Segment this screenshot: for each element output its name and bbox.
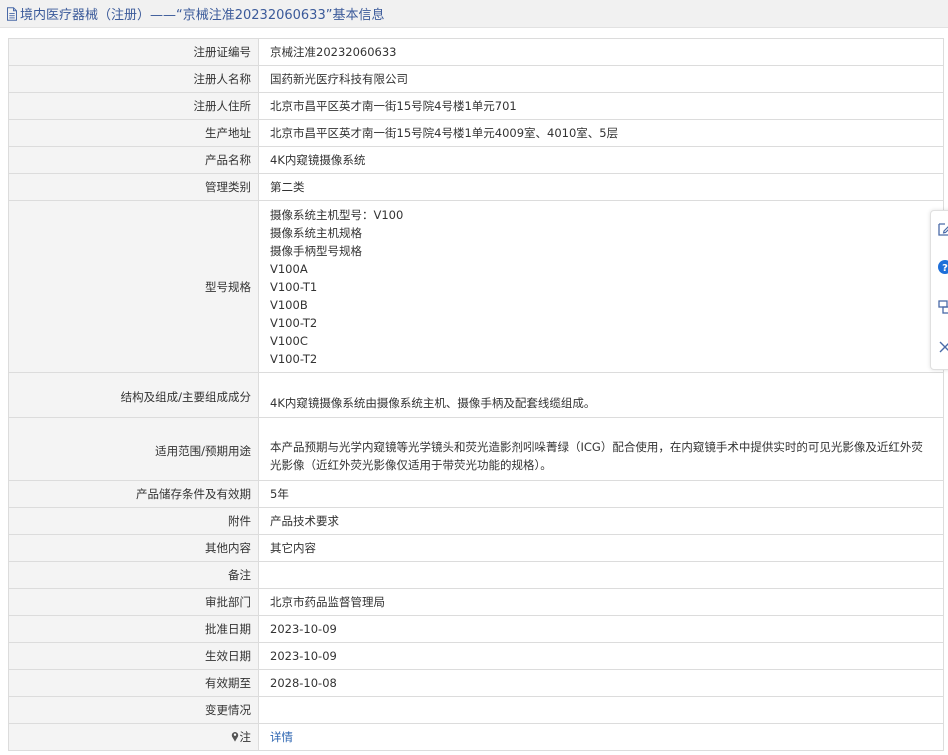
registration-info-table: 注册证编号 京械注准20232060633 注册人名称 国药新光医疗科技有限公司…: [8, 38, 944, 751]
row-value: 北京市昌平区英才南一街15号院4号楼1单元4009室、4010室、5层: [258, 119, 944, 147]
management-category: 第二类: [270, 180, 305, 194]
row-label: 结构及组成/主要组成成分: [8, 372, 259, 418]
note-label: 注: [239, 730, 252, 744]
row-label: 其他内容: [8, 534, 259, 562]
row-label: 注: [8, 723, 259, 751]
model-spec-list: 摄像系统主机型号：V100 摄像系统主机规格 摄像手柄型号规格 V100A V1…: [258, 200, 944, 373]
list-item: V100-T2: [270, 315, 318, 330]
row-value: 2028-10-08: [258, 669, 944, 697]
list-item: V100A: [270, 261, 308, 276]
svg-text:?: ?: [942, 263, 948, 274]
row-label: 生效日期: [8, 642, 259, 670]
row-value: 详情: [258, 723, 944, 751]
row-label: 备注: [8, 561, 259, 589]
row-value: [258, 561, 944, 589]
list-item: 摄像手柄型号规格: [270, 243, 362, 258]
row-label: 生产地址: [8, 119, 259, 147]
row-label: 审批部门: [8, 588, 259, 616]
list-item: 摄像系统主机型号：V100: [270, 207, 404, 222]
registration-number: 京械注准20232060633: [270, 45, 397, 59]
table-row: 产品名称 4K内窥镜摄像系统: [8, 146, 944, 174]
row-label: 批准日期: [8, 615, 259, 643]
table-row: 结构及组成/主要组成成分 4K内窥镜摄像系统由摄像系统主机、摄像手柄及配套线缆组…: [8, 372, 944, 418]
table-row: 变更情况: [8, 696, 944, 724]
help-icon[interactable]: ?: [937, 259, 948, 275]
row-label: 有效期至: [8, 669, 259, 697]
other-content: 其它内容: [270, 541, 316, 555]
production-address: 北京市昌平区英才南一街15号院4号楼1单元4009室、4010室、5层: [270, 126, 619, 140]
intended-use: 本产品预期与光学内窥镜等光学镜头和荧光造影剂吲哚菁绿（ICG）配合使用，在内窥镜…: [270, 440, 923, 472]
table-row: 其他内容 其它内容: [8, 534, 944, 562]
list-item: 摄像系统主机规格: [270, 225, 362, 240]
expiry-date: 2028-10-08: [270, 676, 337, 690]
row-label: 注册人名称: [8, 65, 259, 93]
page-title: 境内医疗器械（注册）——“京械注准20232060633”基本信息: [20, 8, 385, 23]
row-value: 产品技术要求: [258, 507, 944, 535]
close-icon[interactable]: [937, 339, 948, 355]
list-item: V100-T2: [270, 351, 318, 366]
table-row: 产品储存条件及有效期 5年: [8, 480, 944, 508]
registrant-name: 国药新光医疗科技有限公司: [270, 72, 408, 86]
row-value: 本产品预期与光学内窥镜等光学镜头和荧光造影剂吲哚菁绿（ICG）配合使用，在内窥镜…: [258, 417, 944, 481]
approval-department: 北京市药品监督管理局: [270, 595, 385, 609]
table-row: 管理类别 第二类: [8, 173, 944, 201]
table-row: 生效日期 2023-10-09: [8, 642, 944, 670]
row-value: 国药新光医疗科技有限公司: [258, 65, 944, 93]
registrant-address: 北京市昌平区英才南一街15号院4号楼1单元701: [270, 99, 517, 113]
table-row: 注册人住所 北京市昌平区英才南一街15号院4号楼1单元701: [8, 92, 944, 120]
table-row: 批准日期 2023-10-09: [8, 615, 944, 643]
table-row: 注 详情: [8, 723, 944, 751]
row-label: 注册证编号: [8, 38, 259, 66]
row-value: 2023-10-09: [258, 642, 944, 670]
table-row: 型号规格 摄像系统主机型号：V100 摄像系统主机规格 摄像手柄型号规格 V10…: [8, 200, 944, 373]
table-row: 备注: [8, 561, 944, 589]
row-value: 京械注准20232060633: [258, 38, 944, 66]
row-value: 第二类: [258, 173, 944, 201]
row-value: 北京市药品监督管理局: [258, 588, 944, 616]
row-label: 型号规格: [8, 200, 259, 373]
details-link[interactable]: 详情: [270, 730, 293, 744]
list-item: V100-T1: [270, 279, 318, 294]
row-label: 附件: [8, 507, 259, 535]
product-name: 4K内窥镜摄像系统: [270, 153, 366, 167]
row-value: 4K内窥镜摄像系统: [258, 146, 944, 174]
attachment: 产品技术要求: [270, 514, 339, 528]
row-value: [258, 696, 944, 724]
row-label: 变更情况: [8, 696, 259, 724]
row-value: 其它内容: [258, 534, 944, 562]
table-row: 有效期至 2028-10-08: [8, 669, 944, 697]
row-label: 管理类别: [8, 173, 259, 201]
approval-date: 2023-10-09: [270, 622, 337, 636]
table-row: 注册证编号 京械注准20232060633: [8, 38, 944, 66]
table-row: 附件 产品技术要求: [8, 507, 944, 535]
row-label: 适用范围/预期用途: [8, 417, 259, 481]
edit-icon[interactable]: [937, 221, 948, 237]
side-toolbar: ?: [930, 210, 948, 370]
table-row: 审批部门 北京市药品监督管理局: [8, 588, 944, 616]
storage-validity: 5年: [270, 487, 289, 501]
row-label: 注册人住所: [8, 92, 259, 120]
table-row: 适用范围/预期用途 本产品预期与光学内窥镜等光学镜头和荧光造影剂吲哚菁绿（ICG…: [8, 417, 944, 481]
table-row: 注册人名称 国药新光医疗科技有限公司: [8, 65, 944, 93]
effective-date: 2023-10-09: [270, 649, 337, 663]
document-icon: [7, 6, 17, 21]
row-value: 北京市昌平区英才南一街15号院4号楼1单元701: [258, 92, 944, 120]
share-icon[interactable]: [937, 299, 948, 315]
row-value: 5年: [258, 480, 944, 508]
row-value: 2023-10-09: [258, 615, 944, 643]
table-row: 生产地址 北京市昌平区英才南一街15号院4号楼1单元4009室、4010室、5层: [8, 119, 944, 147]
pin-icon: [231, 732, 238, 742]
row-value: 4K内窥镜摄像系统由摄像系统主机、摄像手柄及配套线缆组成。: [258, 372, 944, 418]
list-item: V100C: [270, 333, 308, 348]
structure-composition: 4K内窥镜摄像系统由摄像系统主机、摄像手柄及配套线缆组成。: [270, 396, 596, 410]
page-header: 境内医疗器械（注册）——“京械注准20232060633”基本信息: [0, 0, 948, 28]
row-label: 产品储存条件及有效期: [8, 480, 259, 508]
row-label: 产品名称: [8, 146, 259, 174]
list-item: V100B: [270, 297, 308, 312]
